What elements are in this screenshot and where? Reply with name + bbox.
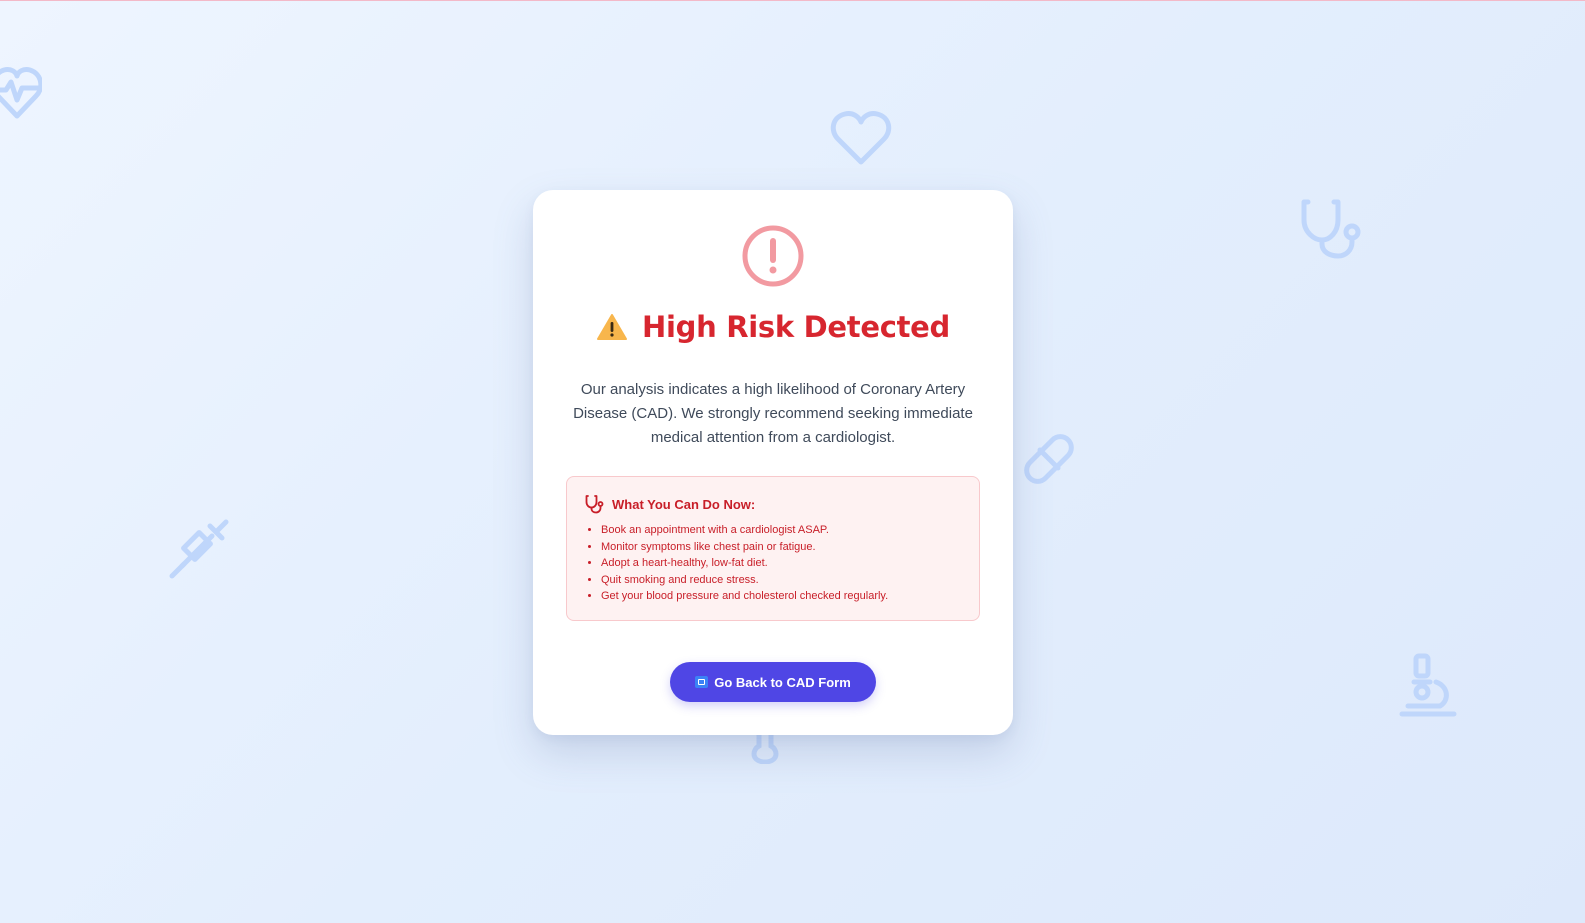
microscope-icon — [1398, 652, 1458, 718]
stethoscope-icon — [585, 495, 604, 514]
advice-heading: What You Can Do Now: — [612, 496, 756, 512]
list-item: Book an appointment with a cardiologist … — [601, 522, 888, 539]
back-button-label: Go Back to CAD Form — [714, 674, 851, 690]
back-to-form-button[interactable]: Go Back to CAD Form — [670, 662, 876, 702]
list-item: Adopt a heart-healthy, low-fat diet. — [601, 555, 888, 572]
result-description: Our analysis indicates a high likelihood… — [573, 381, 973, 446]
list-item: Quit smoking and reduce stress. — [601, 572, 888, 589]
repeat-icon — [695, 676, 709, 688]
alert-circle-icon — [742, 225, 804, 287]
list-item: Monitor symptoms like chest pain or fati… — [601, 539, 888, 556]
syringe-icon — [168, 518, 230, 580]
warning-icon — [597, 314, 627, 340]
advice-list: Book an appointment with a cardiologist … — [584, 522, 888, 605]
result-card: High Risk Detected Our analysis indicate… — [533, 190, 1013, 735]
list-item: Get your blood pressure and cholesterol … — [601, 588, 888, 605]
result-title: High Risk Detected — [533, 310, 1013, 344]
advice-box: What You Can Do Now: Book an appointment… — [566, 476, 980, 621]
pill-icon — [1018, 428, 1080, 490]
stethoscope-icon — [1300, 198, 1364, 260]
top-border-line — [0, 0, 1585, 1]
heart-pulse-icon — [0, 62, 42, 120]
advice-header: What You Can Do Now: — [584, 494, 755, 514]
page-title: High Risk Detected — [642, 310, 950, 344]
heart-icon — [830, 110, 892, 166]
